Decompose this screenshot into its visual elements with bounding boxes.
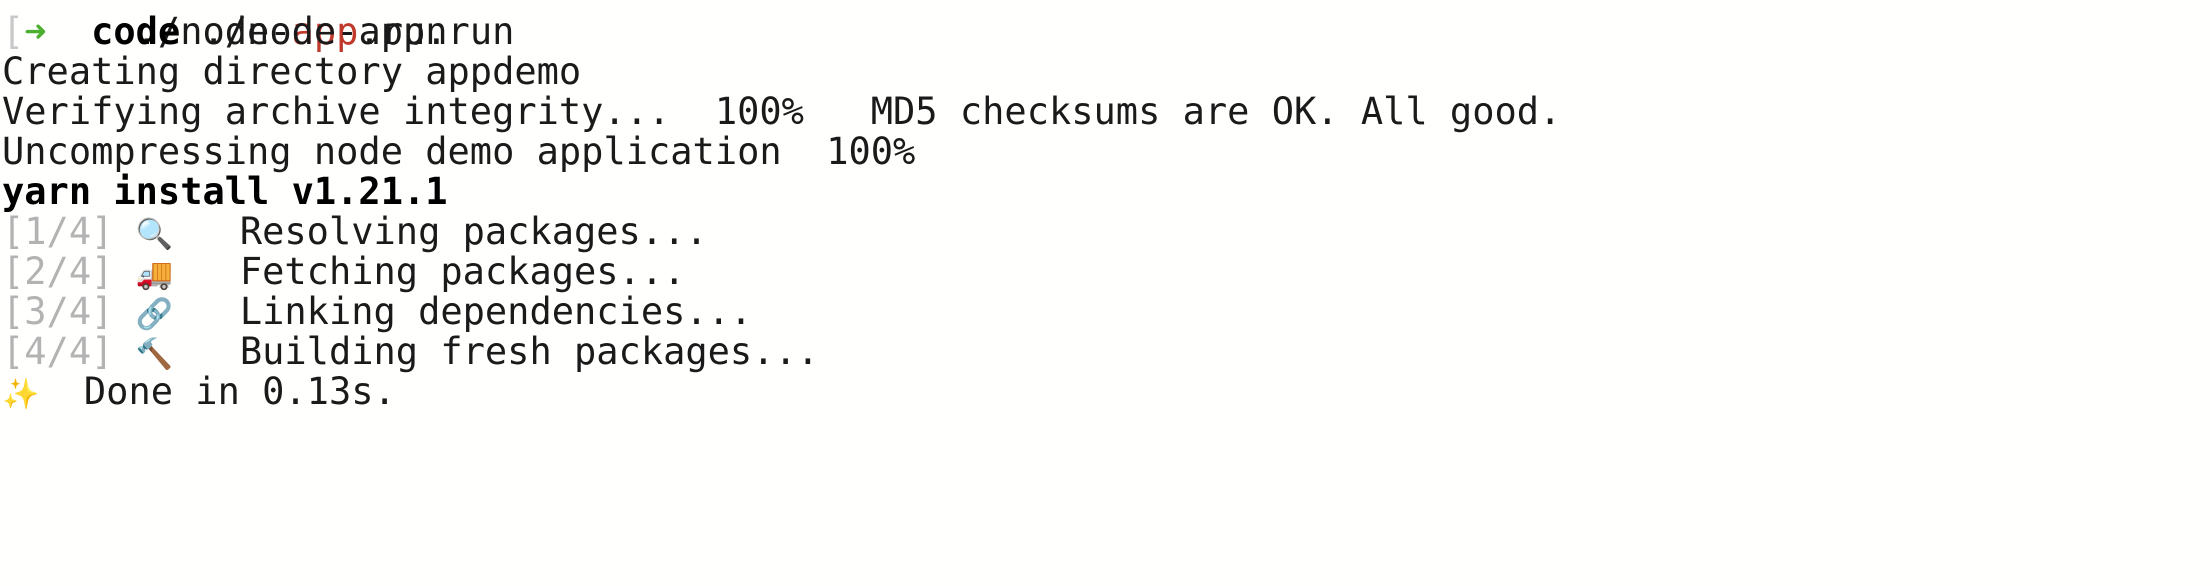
terminal-line: [3/4] 🔗 Linking dependencies... [0, 290, 2210, 333]
step-2-fetching-line-seg-0: [2/4] [2, 250, 114, 293]
step-1-resolving-line-seg-3: Resolving packages... [173, 210, 708, 253]
terminal-line: [➜ code ./node-app.run [0, 12, 2210, 52]
step-1-resolving-line-seg-1 [113, 210, 135, 253]
uncompressing-line-seg-0: Uncompressing node demo application 100% [2, 130, 916, 173]
verify-integrity-line-seg-0: Verifying archive integrity... 100% MD5 … [2, 90, 1562, 133]
prompt-line-seg-4: ./node-app.run [180, 10, 515, 53]
terminal-window[interactable]: ./node-app.run [➜ code ./node-app.run Cre… [0, 0, 2210, 586]
link-chain-icon: 🔗 [135, 297, 174, 332]
terminal-output: [➜ code ./node-app.run Creating directory… [0, 12, 2210, 413]
step-2-fetching-line-seg-3: Fetching packages... [173, 250, 686, 293]
terminal-line: ✨ Done in 0.13s. [0, 370, 2210, 413]
prompt-line-seg-2 [47, 10, 92, 53]
yarn-version-line-seg-0: yarn install v1.21.1 [2, 170, 448, 213]
step-1-resolving-line-seg-0: [1/4] [2, 210, 114, 253]
prompt-line-seg-0: [ [2, 10, 25, 53]
terminal-line: yarn install v1.21.1 [0, 172, 2210, 212]
step-4-building-line-seg-3: Building fresh packages... [173, 330, 820, 373]
sparkles-icon: ✨ [2, 377, 40, 412]
step-4-building-line-seg-0: [4/4] [2, 330, 114, 373]
step-3-linking-line-seg-0: [3/4] [2, 290, 114, 333]
step-3-linking-line-seg-3: Linking dependencies... [173, 290, 753, 333]
step-3-linking-line-seg-1 [113, 290, 135, 333]
terminal-line: Creating directory appdemo [0, 52, 2210, 92]
magnifying-glass-icon: 🔍 [135, 217, 174, 252]
delivery-truck-icon: 🚚 [135, 257, 174, 292]
step-2-fetching-line-seg-1 [113, 250, 135, 293]
terminal-scrollback: ./node-app.run [➜ code ./node-app.run Cre… [0, 0, 2210, 413]
creating-directory-line-seg-0: Creating directory appdemo [2, 50, 582, 93]
terminal-line: [2/4] 🚚 Fetching packages... [0, 250, 2210, 293]
hammer-icon: 🔨 [135, 337, 174, 372]
prompt-line-seg-1: ➜ [24, 10, 47, 53]
step-4-building-line-seg-1 [113, 330, 135, 373]
terminal-line: [4/4] 🔨 Building fresh packages... [0, 330, 2210, 373]
prompt-line-seg-3: code [91, 10, 181, 53]
terminal-line: [1/4] 🔍 Resolving packages... [0, 210, 2210, 253]
terminal-line: Uncompressing node demo application 100% [0, 132, 2210, 172]
terminal-line: Verifying archive integrity... 100% MD5 … [0, 92, 2210, 132]
done-line-seg-1: Done in 0.13s. [39, 370, 396, 413]
